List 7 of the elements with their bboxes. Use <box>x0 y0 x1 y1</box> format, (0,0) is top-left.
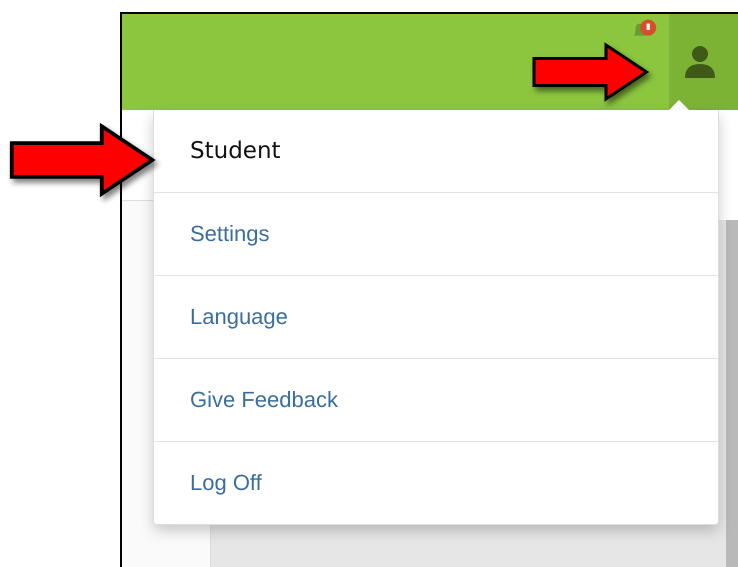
menu-item[interactable]: Log Off <box>190 470 262 496</box>
menu-item[interactable]: Give Feedback <box>190 387 338 413</box>
menu-item[interactable]: Language <box>190 304 288 330</box>
user-name: Student <box>189 137 281 166</box>
scrollbar[interactable] <box>726 220 738 567</box>
menu-item[interactable]: Settings <box>190 221 270 247</box>
user-button[interactable] <box>669 14 738 110</box>
